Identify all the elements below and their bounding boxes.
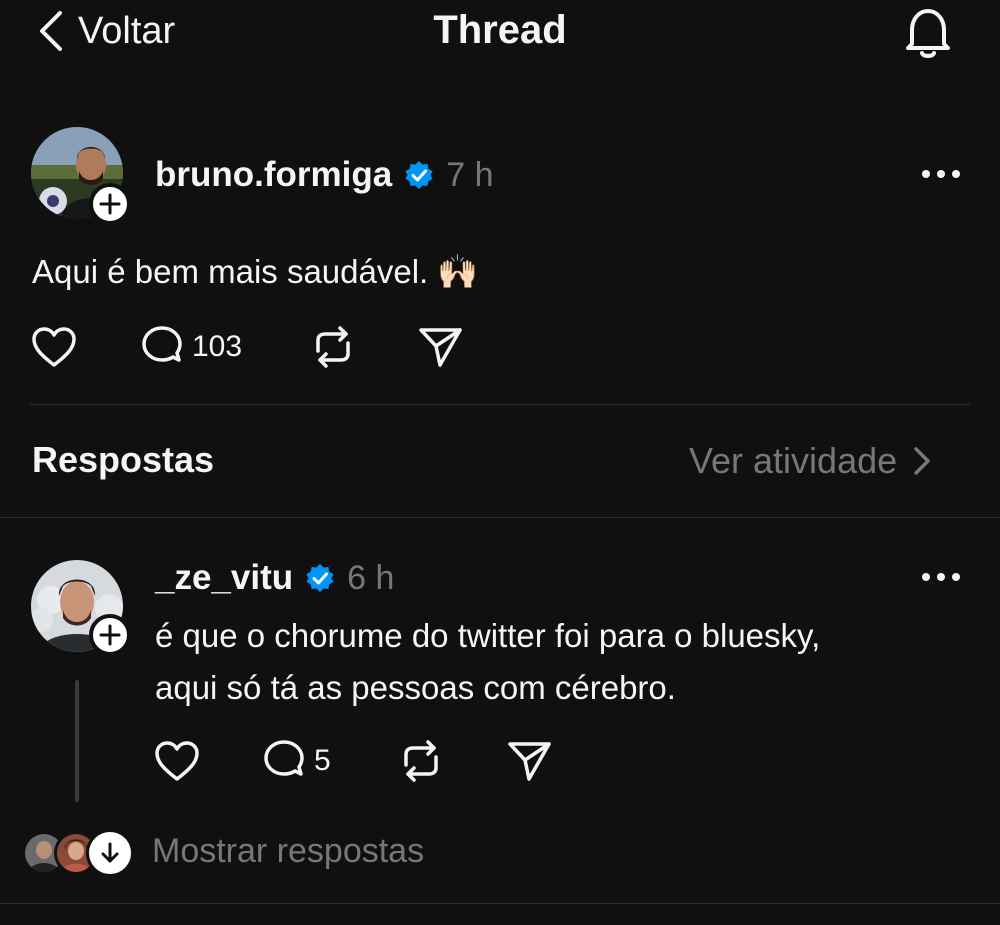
divider	[0, 517, 1000, 518]
replies-section-title: Respostas	[32, 439, 215, 480]
send-icon	[419, 328, 462, 367]
verified-badge-icon	[405, 161, 433, 189]
back-button[interactable]: Voltar	[38, 8, 175, 54]
reply-reply-count: 5	[314, 744, 331, 777]
comment-button[interactable]: 103	[140, 324, 242, 370]
chevron-right-icon	[914, 447, 930, 475]
heart-icon	[32, 327, 76, 367]
notifications-button[interactable]	[896, 0, 960, 64]
comment-icon	[264, 740, 304, 776]
repost-button[interactable]	[310, 324, 356, 370]
reply-more-options-button[interactable]	[918, 563, 964, 591]
heart-icon	[155, 741, 199, 781]
reply-comment-button[interactable]: 5	[262, 738, 331, 784]
thread-line	[75, 680, 79, 802]
reply-like-button[interactable]	[154, 738, 200, 784]
expand-replies-button[interactable]	[86, 829, 134, 877]
reply-count: 103	[192, 330, 243, 363]
more-options-button[interactable]	[918, 160, 964, 188]
bell-icon	[906, 9, 950, 58]
verified-badge-icon	[306, 564, 334, 592]
post-text: Aqui é bem mais saudável. 🙌🏻	[32, 253, 479, 290]
divider	[0, 903, 1000, 904]
comment-icon	[142, 326, 182, 362]
like-button[interactable]	[31, 324, 77, 370]
more-horizontal-icon	[922, 170, 960, 178]
reply-text-line: aqui só tá as pessoas com cérebro.	[155, 669, 676, 706]
reply-username[interactable]: _ze_vitu	[155, 558, 293, 598]
arrow-down-icon	[101, 842, 119, 863]
share-button[interactable]	[418, 324, 464, 370]
show-replies-link[interactable]: Mostrar respostas	[152, 832, 424, 871]
reply-time: 6 h	[347, 558, 395, 597]
send-icon	[508, 742, 551, 781]
reply-text-line: é que o chorume do twitter foi para o bl…	[155, 617, 821, 654]
reply-share-button[interactable]	[507, 738, 553, 784]
divider	[30, 404, 970, 405]
view-activity-link[interactable]: Ver atividade	[689, 438, 931, 484]
chevron-left-icon	[40, 11, 62, 51]
follow-button[interactable]	[89, 183, 131, 225]
more-horizontal-icon	[922, 573, 960, 581]
plus-icon	[99, 624, 121, 646]
plus-icon	[99, 193, 121, 215]
post-time: 7 h	[446, 155, 494, 194]
reply-follow-button[interactable]	[89, 614, 131, 656]
view-activity-label: Ver atividade	[689, 440, 898, 481]
reply-repost-button[interactable]	[398, 738, 444, 784]
back-label: Voltar	[78, 9, 176, 52]
repost-icon	[316, 326, 350, 368]
post-username[interactable]: bruno.formiga	[155, 155, 392, 195]
reply-text: é que o chorume do twitter foi para o bl…	[155, 610, 820, 714]
repost-icon	[404, 740, 438, 782]
